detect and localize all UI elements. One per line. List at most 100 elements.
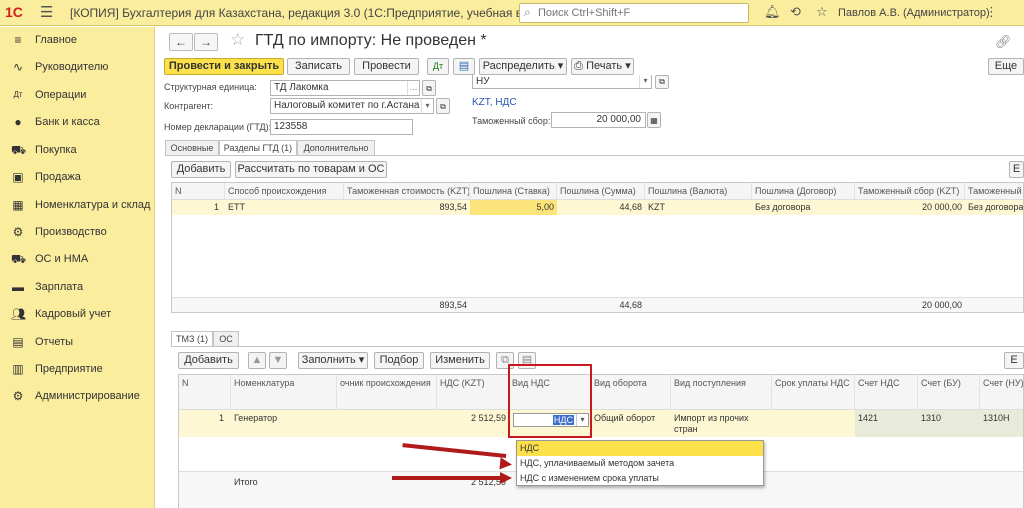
bell-icon[interactable]: 🔔︎ [764, 4, 781, 20]
select-button[interactable]: … [407, 81, 419, 95]
column-header[interactable]: Таможенная стоимость (KZT) [344, 183, 470, 200]
column-header[interactable]: Таможенный [965, 183, 1023, 200]
history-icon[interactable]: ⟲ [790, 4, 801, 20]
dropdown-option-vat[interactable]: НДС [517, 441, 763, 456]
dropdown-arrow-icon[interactable]: ▾ [421, 99, 433, 113]
dt-kt-movements-icon[interactable]: Дт [427, 58, 449, 75]
select-button[interactable]: Подбор [374, 352, 424, 369]
duty-sum-cell[interactable]: 44,68 [557, 202, 645, 212]
tab-gtd-sections[interactable]: Разделы ГТД (1) [219, 140, 297, 156]
sidebar-item-hr[interactable]: 👥︎ Кадровый учет [0, 301, 155, 328]
user-name[interactable]: Павлов А.В. (Администратор) [838, 7, 990, 19]
favorite-star-icon[interactable]: ☆ [230, 30, 245, 50]
related-docs-icon[interactable]: ▤ [453, 58, 475, 75]
tax-accounting-field[interactable]: НУ ▾ [472, 75, 652, 89]
sidebar-item-operations[interactable]: Дт Операции [0, 82, 155, 109]
save-button[interactable]: Записать [287, 58, 350, 75]
sidebar-item-fixed-assets[interactable]: ⛟ ОС и НМА [0, 246, 155, 273]
tab-additional[interactable]: Дополнительно [297, 140, 375, 156]
customs-fee-cell[interactable]: 20 000,00 [855, 202, 965, 212]
column-header[interactable]: Пошлина (Договор) [752, 183, 855, 200]
fee-contract-cell[interactable]: Без договора [965, 202, 1023, 212]
column-header[interactable]: Пошлина (Ставка) [470, 183, 557, 200]
sidebar-item-bank[interactable]: ● Банк и касса [0, 109, 155, 136]
open-icon[interactable]: ⧉ [422, 80, 436, 96]
sidebar-item-admin[interactable]: ⚙ Администрирование [0, 383, 155, 410]
turnover-cell[interactable]: Общий оборот [591, 413, 671, 423]
counterparty-field[interactable]: Налоговый комитет по г.Астана ▾ [270, 98, 434, 114]
column-header[interactable]: Пошлина (Валюта) [645, 183, 752, 200]
sidebar-item-enterprise[interactable]: ▥ Предприятие [0, 356, 155, 383]
tab-main[interactable]: Основные [165, 140, 219, 156]
sidebar-item-reports[interactable]: ▤ Отчеты [0, 329, 155, 356]
more-goods-button[interactable]: Е [1004, 352, 1024, 369]
dropdown-option-vat-offset[interactable]: НДС, уплачиваемый методом зачета [517, 456, 763, 471]
global-search[interactable]: ⌕ [519, 3, 749, 23]
receipt-type-cell[interactable]: Импорт из прочих стран [671, 413, 769, 435]
column-header[interactable]: N [172, 183, 225, 200]
customs-cost-cell[interactable]: 893,54 [344, 202, 470, 212]
column-header[interactable]: НДС (KZT) [437, 375, 509, 410]
column-header[interactable]: Пошлина (Сумма) [557, 183, 645, 200]
annotation-arrow-head [500, 472, 512, 484]
sidebar-item-salary[interactable]: ▬ Зарплата [0, 274, 155, 301]
more-sections-button[interactable]: Е [1009, 161, 1024, 178]
column-header[interactable]: Номенклатура [231, 375, 337, 410]
item-cell[interactable]: Генератор [231, 413, 337, 423]
sidebar-item-manager[interactable]: ∿ Руководителю [0, 54, 155, 81]
column-header[interactable]: Вид поступления [671, 375, 772, 410]
vat-cell[interactable]: 2 512,59 [437, 413, 509, 423]
bu-account-cell[interactable]: 1310 [918, 413, 980, 423]
column-header[interactable]: Вид оборота [591, 375, 671, 410]
edit-button[interactable]: Изменить [430, 352, 490, 369]
column-header[interactable]: Таможенный сбор (KZT) [855, 183, 965, 200]
fill-button[interactable]: Заполнить ▾ [298, 352, 368, 369]
sidebar-item-sales[interactable]: ▣ Продажа [0, 164, 155, 191]
post-and-close-button[interactable]: Провести и закрыть [164, 58, 284, 75]
add-section-button[interactable]: Добавить [171, 161, 231, 178]
duty-currency-cell[interactable]: KZT [645, 202, 752, 212]
column-header[interactable]: Способ происхождения [225, 183, 344, 200]
dropdown-arrow-icon[interactable]: ▾ [639, 75, 651, 88]
add-goods-button[interactable]: Добавить [178, 352, 239, 369]
calculator-icon[interactable]: ▦ [647, 112, 661, 128]
unit-field[interactable]: ТД Лакомка… [270, 80, 420, 96]
open-icon[interactable]: ⧉ [655, 75, 669, 89]
customs-fee-field[interactable]: 20 000,00 [551, 112, 646, 128]
print-button[interactable]: ⎙ Печать ▾ [571, 58, 634, 75]
declaration-number-field[interactable]: 123558 [270, 119, 413, 135]
column-header[interactable]: Счет (НУ) [980, 375, 1023, 410]
star-icon[interactable]: ☆ [816, 4, 828, 20]
move-up-icon[interactable]: ▲ [248, 352, 266, 369]
currency-vat-link[interactable]: KZT, НДС [472, 97, 517, 108]
search-input[interactable] [538, 6, 738, 20]
back-button[interactable]: ← [169, 33, 193, 51]
sidebar-item-nomenclature[interactable]: ▦ Номенклатура и склад [0, 192, 155, 219]
post-button[interactable]: Провести [354, 58, 419, 75]
link-icon[interactable]: 🔗︎ [995, 34, 1012, 50]
more-button[interactable]: Еще [988, 58, 1024, 75]
origin-cell[interactable]: ЕТТ [225, 202, 344, 212]
column-header[interactable]: N [179, 375, 231, 410]
open-icon[interactable]: ⧉ [436, 98, 450, 114]
move-down-icon[interactable]: ▼ [269, 352, 287, 369]
column-header[interactable]: очник происхождения [337, 375, 437, 410]
distribute-button[interactable]: Распределить ▾ [479, 58, 567, 75]
tab-fixed-assets[interactable]: ОС [213, 331, 239, 347]
nu-account-cell[interactable]: 1310Н [980, 413, 1023, 423]
duty-rate-cell[interactable]: 5,00 [470, 202, 557, 212]
forward-button[interactable]: → [194, 33, 218, 51]
calculate-by-goods-button[interactable]: Рассчитать по товарам и ОС [235, 161, 387, 178]
hamburger-menu-icon[interactable]: ☰ [40, 3, 53, 21]
column-header[interactable]: Счет (БУ) [918, 375, 980, 410]
dropdown-option-vat-deferred[interactable]: НДС с изменением срока уплаты [517, 471, 763, 486]
tab-goods[interactable]: ТМЗ (1) [171, 331, 213, 347]
duty-contract-cell[interactable]: Без договора [752, 202, 855, 212]
vat-account-cell[interactable]: 1421 [855, 413, 918, 423]
sidebar-item-main[interactable]: ≡ Главное [0, 27, 155, 54]
column-header[interactable]: Счет НДС [855, 375, 918, 410]
column-header[interactable]: Срок уплаты НДС [772, 375, 855, 410]
menu-dots-icon[interactable]: ⋮ [985, 4, 998, 20]
sidebar-item-production[interactable]: ⚙ Производство [0, 219, 155, 246]
sidebar-item-purchase[interactable]: ⛟ Покупка [0, 137, 155, 164]
